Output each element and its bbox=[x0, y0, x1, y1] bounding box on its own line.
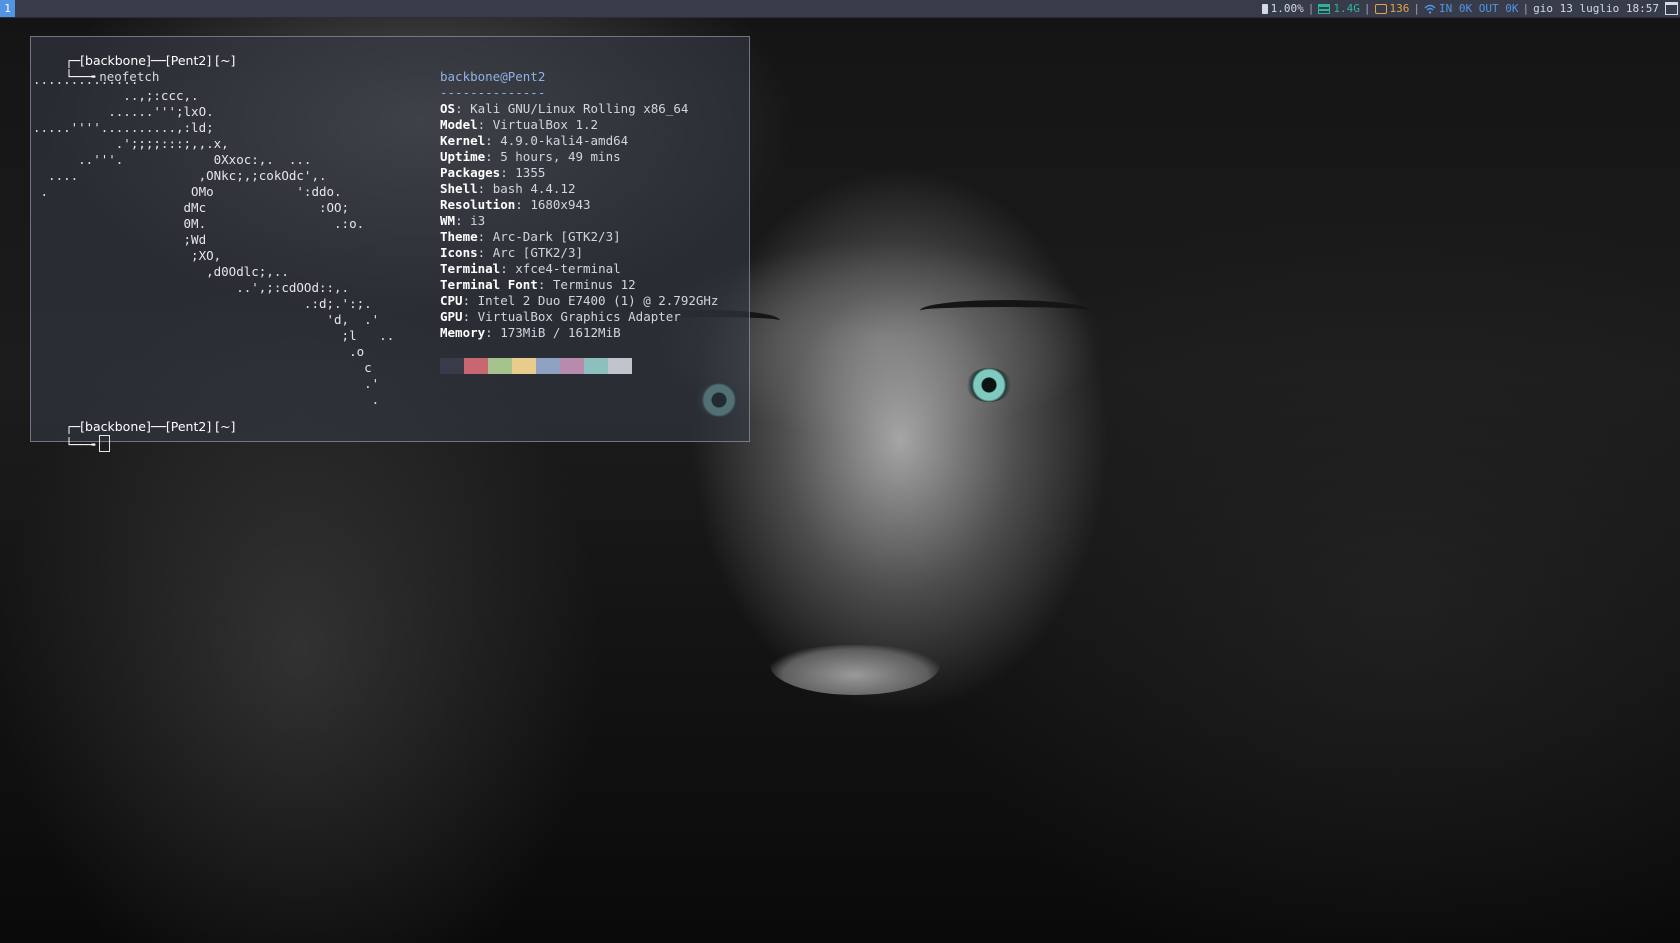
info-row: Resolution: 1680x943 bbox=[440, 197, 591, 212]
info-key: Resolution bbox=[440, 197, 516, 212]
color-swatch bbox=[536, 358, 560, 374]
workspace-button[interactable]: 1 bbox=[0, 0, 15, 17]
color-swatch bbox=[608, 358, 632, 374]
info-key: Theme bbox=[440, 229, 478, 244]
color-swatch bbox=[560, 358, 584, 374]
info-value: 1680x943 bbox=[530, 197, 591, 212]
prompt-host: Pent2 bbox=[170, 419, 207, 434]
color-swatch bbox=[488, 358, 512, 374]
terminal-cursor[interactable] bbox=[99, 435, 111, 452]
info-row: Theme: Arc-Dark [GTK2/3] bbox=[440, 229, 621, 244]
info-key: OS bbox=[440, 101, 456, 116]
info-value: Intel 2 Duo E7400 (1) @ 2.792GHz bbox=[477, 293, 719, 308]
wallpaper-eyebrow-right bbox=[920, 300, 1090, 321]
wallpaper-lips bbox=[770, 645, 940, 695]
color-swatch bbox=[440, 358, 464, 374]
disk-icon bbox=[1374, 3, 1387, 14]
info-value: bash 4.4.12 bbox=[492, 181, 576, 196]
info-value: VirtualBox Graphics Adapter bbox=[477, 309, 681, 324]
info-key: Model bbox=[440, 117, 478, 132]
window-icon[interactable] bbox=[1665, 2, 1678, 15]
info-key: Shell bbox=[440, 181, 478, 196]
info-row: Model: VirtualBox 1.2 bbox=[440, 117, 599, 132]
memory-icon bbox=[1318, 3, 1331, 14]
info-value: 173MiB / 1612MiB bbox=[500, 325, 621, 340]
wallpaper-eye-right bbox=[966, 368, 1012, 402]
info-value: Arc [GTK2/3] bbox=[492, 245, 584, 260]
info-row: Terminal Font: Terminus 12 bbox=[440, 277, 636, 292]
info-key: Memory bbox=[440, 325, 486, 340]
command-line-2: └──╼ bbox=[35, 419, 111, 469]
prompt-dir: ~ bbox=[220, 419, 231, 434]
info-value: xfce4-terminal bbox=[515, 261, 621, 276]
info-key: WM bbox=[440, 213, 456, 228]
info-value: 4.9.0-kali4-amd64 bbox=[500, 133, 629, 148]
status-area: 1.00% | 1.4G | 136 | IN 0K OUT 0K | gio … bbox=[1261, 0, 1680, 17]
info-value: Terminus 12 bbox=[552, 277, 636, 292]
info-title: backbone@Pent2 bbox=[440, 69, 546, 84]
info-row: WM: i3 bbox=[440, 213, 486, 228]
disk-free: 136 bbox=[1389, 2, 1410, 15]
prompt-dir: ~ bbox=[220, 53, 231, 68]
info-row: Shell: bash 4.4.12 bbox=[440, 181, 576, 196]
info-value: i3 bbox=[470, 213, 486, 228]
info-value: VirtualBox 1.2 bbox=[492, 117, 599, 132]
info-row: Icons: Arc [GTK2/3] bbox=[440, 245, 584, 260]
info-row: GPU: VirtualBox Graphics Adapter bbox=[440, 309, 681, 324]
terminal-window[interactable]: ┌─[backbone]──[Pent2] [~] └──╼ neofetch … bbox=[30, 36, 750, 452]
info-key: Kernel bbox=[440, 133, 486, 148]
prompt-host: Pent2 bbox=[170, 53, 207, 68]
info-key: Terminal bbox=[440, 261, 501, 276]
wifi-icon bbox=[1424, 4, 1436, 14]
info-key: CPU bbox=[440, 293, 463, 308]
info-value: Arc-Dark [GTK2/3] bbox=[492, 229, 621, 244]
info-key: Uptime bbox=[440, 149, 486, 164]
info-row: Kernel: 4.9.0-kali4-amd64 bbox=[440, 133, 629, 148]
battery-level: 1.00% bbox=[1270, 2, 1304, 15]
info-value: 1355 bbox=[515, 165, 546, 180]
color-palette bbox=[440, 358, 632, 374]
info-row: Memory: 173MiB / 1612MiB bbox=[440, 325, 621, 340]
info-key: Packages bbox=[440, 165, 501, 180]
info-key: GPU bbox=[440, 309, 463, 324]
i3-status-bar: 1 1.00% | 1.4G | 136 | IN 0K OUT 0K | gi… bbox=[0, 0, 1680, 18]
info-value: 5 hours, 49 mins bbox=[500, 149, 621, 164]
info-row: Packages: 1355 bbox=[440, 165, 546, 180]
info-row: CPU: Intel 2 Duo E7400 (1) @ 2.792GHz bbox=[440, 293, 719, 308]
info-underline: -------------- bbox=[440, 85, 546, 100]
color-swatch bbox=[584, 358, 608, 374]
info-key: Terminal Font bbox=[440, 277, 538, 292]
network-traffic: IN 0K OUT 0K bbox=[1439, 2, 1519, 15]
info-row: OS: Kali GNU/Linux Rolling x86_64 bbox=[440, 101, 689, 116]
info-key: Icons bbox=[440, 245, 478, 260]
info-row: Uptime: 5 hours, 49 mins bbox=[440, 149, 621, 164]
memory-usage: 1.4G bbox=[1333, 2, 1360, 15]
distro-ascii-logo: .............. ..,;:ccc,. ......''';lxO.… bbox=[33, 72, 395, 407]
color-swatch bbox=[512, 358, 536, 374]
clock: gio 13 luglio 18:57 bbox=[1533, 2, 1659, 15]
color-swatch bbox=[464, 358, 488, 374]
battery-icon bbox=[1261, 3, 1268, 14]
info-value: Kali GNU/Linux Rolling x86_64 bbox=[470, 101, 689, 116]
info-row: Terminal: xfce4-terminal bbox=[440, 261, 621, 276]
